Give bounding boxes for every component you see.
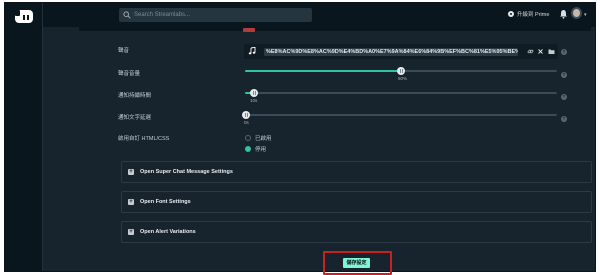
folder-icon[interactable]	[548, 48, 555, 55]
streamlabs-logo[interactable]	[14, 8, 34, 24]
radio-disabled-label: 停用	[255, 147, 267, 153]
prime-icon	[508, 11, 514, 17]
previous-row-clipped	[79, 27, 591, 31]
search-input[interactable]: Search Streamlabs...	[119, 8, 312, 22]
help-icon[interactable]: ?	[561, 116, 567, 122]
help-icon[interactable]: ?	[561, 72, 567, 78]
radio-enabled[interactable]: 已啟用	[245, 134, 272, 142]
section-title: Open Super Chat Message Settings	[140, 169, 233, 175]
search-icon	[123, 11, 131, 19]
radio-disabled[interactable]: 停用	[245, 145, 266, 153]
bell-icon[interactable]	[559, 9, 568, 19]
font-settings-section[interactable]: + Open Font Settings	[121, 191, 592, 213]
music-note-icon	[248, 47, 256, 55]
custom-html-label: 啟用自訂 HTML/CSS	[118, 136, 170, 142]
app-window: Search Streamlabs... 升級到 Prime ▾ 聲音 %E8%…	[4, 2, 596, 275]
link-icon[interactable]	[527, 48, 534, 55]
radio-button-disabled[interactable]	[245, 146, 251, 152]
avatar[interactable]	[571, 7, 582, 19]
section-title: Open Font Settings	[140, 199, 191, 205]
help-icon[interactable]: ?	[561, 49, 567, 55]
save-settings-button[interactable]: 儲存設定	[343, 258, 370, 268]
text-delay-slider[interactable]	[242, 111, 557, 119]
sound-url-input[interactable]: %E8%AC%9D%E8%AC%9D%E4%BD%A0%E7%9A%84%E6%…	[264, 48, 518, 56]
volume-slider[interactable]	[245, 67, 557, 75]
text-delay-value: 0s	[244, 120, 249, 125]
expand-icon: +	[128, 229, 134, 235]
upgrade-prime-button[interactable]: 升級到 Prime	[508, 10, 549, 18]
alert-duration-slider[interactable]	[245, 89, 557, 97]
close-icon[interactable]	[537, 48, 544, 55]
radio-button-enabled[interactable]	[245, 135, 251, 141]
volume-label: 聲音音量	[118, 71, 141, 77]
alert-duration-slider-handle[interactable]	[250, 89, 258, 97]
section-title: Open Alert Variations	[140, 229, 196, 235]
radio-enabled-label: 已啟用	[255, 136, 272, 142]
sound-label: 聲音	[118, 48, 130, 54]
super-chat-settings-section[interactable]: + Open Super Chat Message Settings	[121, 161, 592, 183]
alert-variations-section[interactable]: + Open Alert Variations	[121, 221, 592, 243]
prime-label: 升級到 Prime	[517, 12, 550, 18]
sidebar	[5, 3, 43, 271]
volume-slider-handle[interactable]	[397, 67, 405, 75]
search-placeholder: Search Streamlabs...	[134, 11, 191, 18]
expand-icon: +	[128, 169, 134, 175]
sound-field: %E8%AC%9D%E8%AC%9D%E4%BD%A0%E7%9A%84%E6%…	[244, 44, 558, 59]
expand-icon: +	[128, 199, 134, 205]
volume-value: 50%	[398, 76, 408, 81]
volume-fill	[245, 70, 401, 72]
top-bar: Search Streamlabs... 升級到 Prime ▾	[43, 3, 595, 27]
image-preview-icon	[243, 28, 255, 32]
help-icon[interactable]: ?	[561, 94, 567, 100]
chevron-down-icon[interactable]: ▾	[584, 12, 587, 18]
alert-duration-label: 通知持續時間	[118, 93, 152, 99]
text-delay-label: 通知文字延遲	[118, 115, 152, 121]
alert-duration-value: 10s	[250, 98, 258, 103]
text-delay-slider-handle[interactable]	[242, 111, 250, 119]
